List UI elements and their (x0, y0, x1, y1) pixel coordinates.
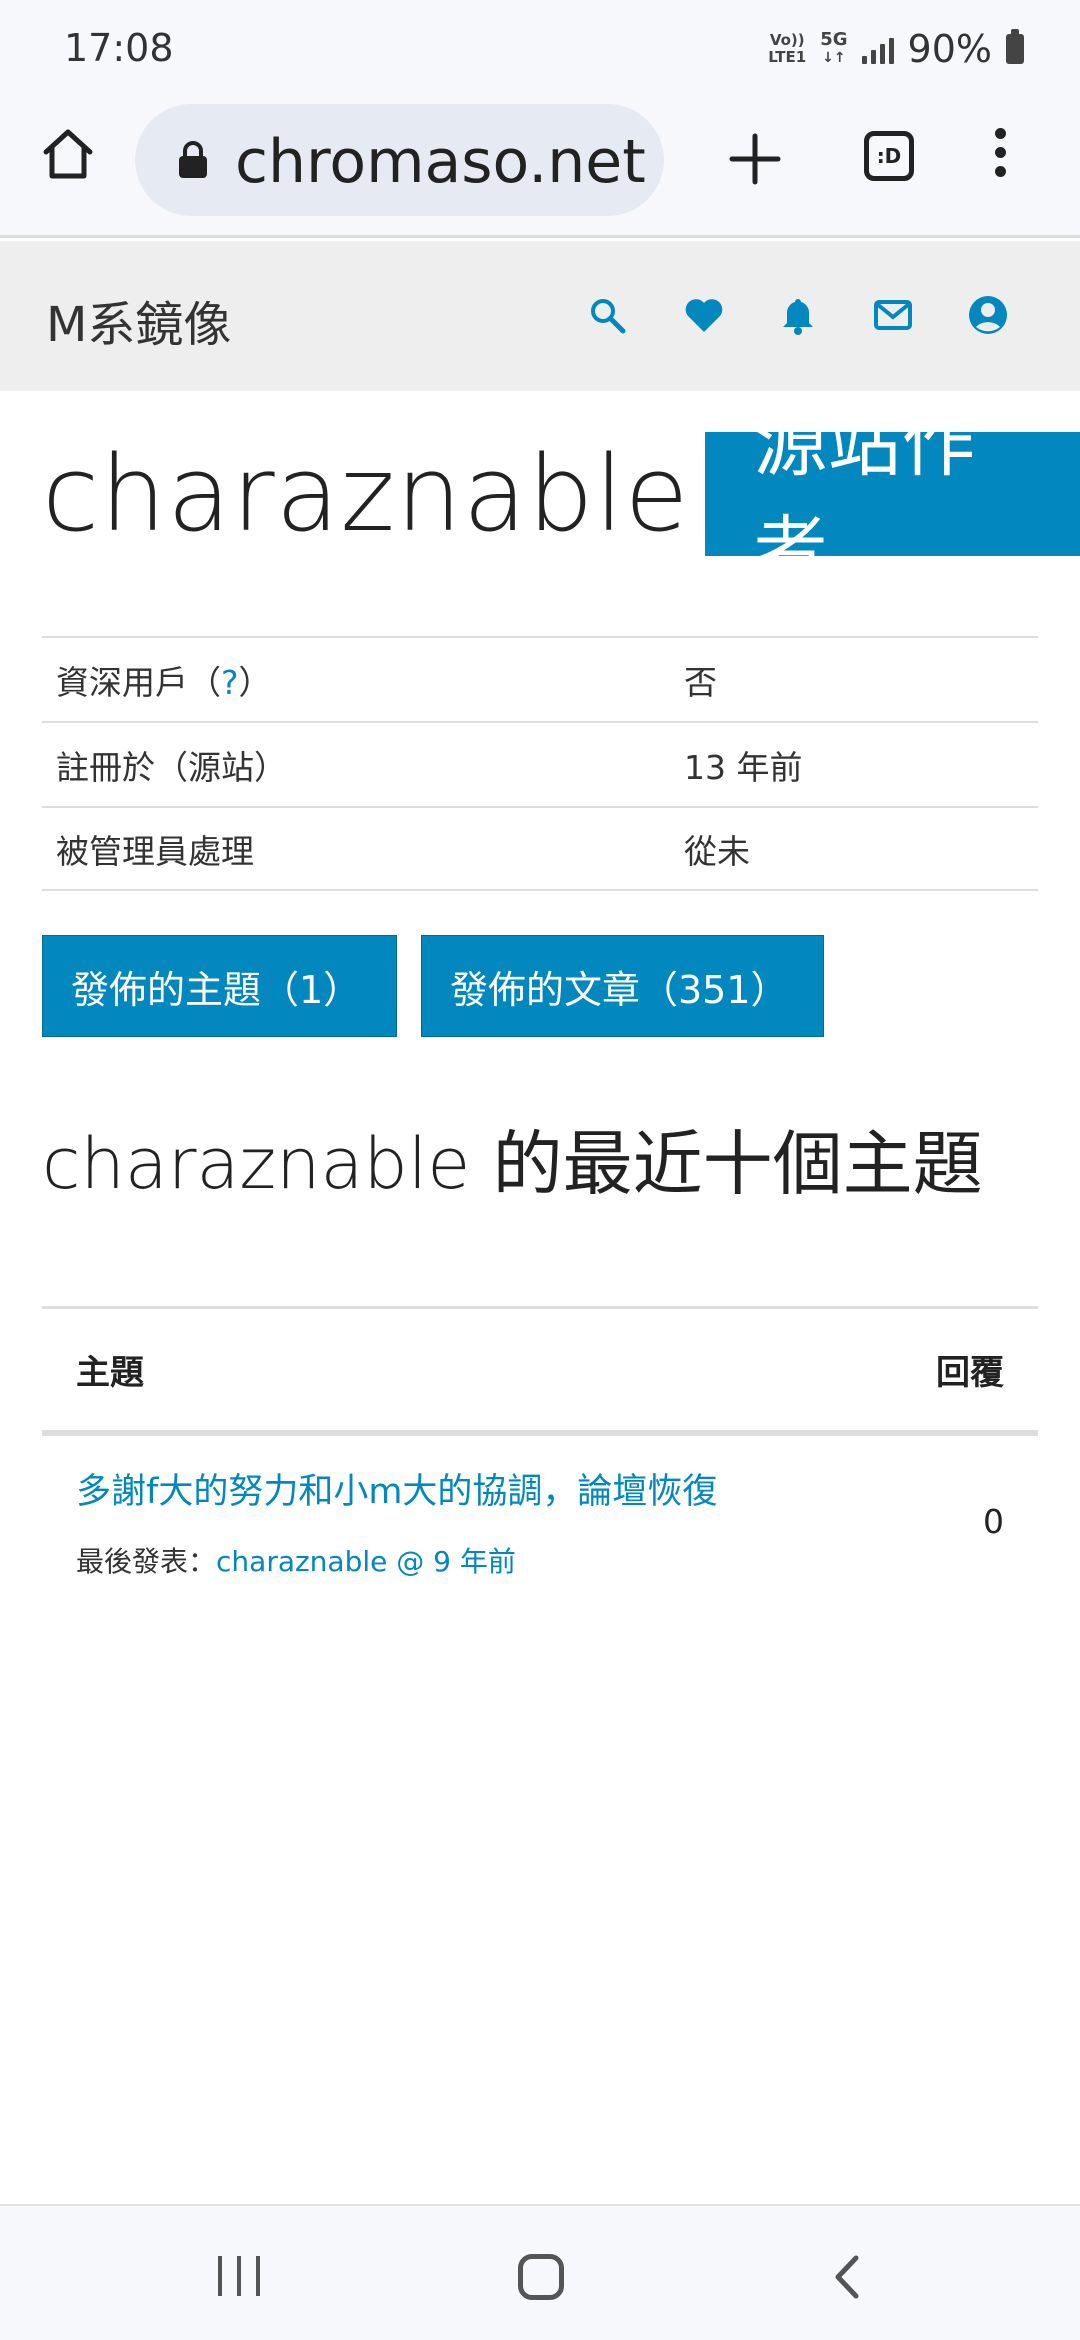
table-header: 主題 回覆 (42, 1306, 1038, 1436)
user-info-table: 資深用戶（?） 否 註冊於（源站） 13 年前 被管理員處理 從未 (42, 636, 1038, 891)
status-bar: 17:08 Vo)) LTE1 5G ↓↑ 90% (0, 0, 1080, 96)
posted-topics-button[interactable]: 發佈的主題（1） (42, 935, 397, 1037)
tabs-icon[interactable]: :D (864, 131, 914, 181)
battery-percent: 90% (907, 27, 992, 71)
home-icon[interactable] (38, 124, 98, 184)
info-row-registered: 註冊於（源站） 13 年前 (42, 721, 1038, 806)
column-replies: 回覆 (936, 1353, 1004, 1393)
browser-toolbar: chromaso.net :D (0, 96, 1080, 238)
mail-icon[interactable] (871, 293, 915, 337)
role-badge: 源站作者 (705, 401, 1080, 594)
topic-link[interactable]: 多謝f大的努力和小m大的協調，論壇恢復 (76, 1463, 717, 1514)
bell-icon[interactable] (776, 293, 820, 337)
posted-posts-button[interactable]: 發佈的文章（351） (421, 935, 824, 1037)
system-nav-bar (0, 2204, 1080, 2340)
lock-icon (179, 141, 207, 178)
status-time: 17:08 (64, 26, 174, 70)
profile-tab-buttons: 發佈的主題（1） 發佈的文章（351） (42, 935, 824, 1037)
account-icon[interactable] (966, 293, 1010, 337)
info-value: 從未 (684, 831, 750, 871)
info-label: 註冊於（源站） (56, 747, 287, 787)
recent-topics-heading: charaznable 的最近十個主題 (42, 1123, 983, 1205)
info-value: 13 年前 (684, 747, 803, 787)
info-label: 被管理員處理 (56, 831, 254, 871)
more-vert-icon[interactable] (990, 128, 1010, 188)
info-value: 否 (684, 662, 717, 702)
url-text[interactable]: chromaso.net (235, 128, 655, 198)
username-heading: charaznable (42, 433, 690, 555)
info-row-moderated: 被管理員處理 從未 (42, 806, 1038, 891)
last-post-link[interactable]: charaznable @ 9 年前 (216, 1545, 516, 1578)
address-bar[interactable]: chromaso.net (135, 104, 664, 216)
recent-topics-table: 主題 回覆 多謝f大的努力和小m大的協調，論壇恢復 最後發表：charaznab… (42, 1306, 1038, 1606)
back-icon[interactable] (828, 2252, 868, 2302)
volte-indicator: Vo)) LTE1 (768, 31, 807, 66)
site-logo[interactable]: M系鏡像 (46, 285, 231, 355)
battery-icon (1006, 29, 1024, 64)
info-row-senior: 資深用戶（?） 否 (42, 636, 1038, 721)
signal-icon (861, 34, 894, 64)
network-indicator: 5G ↓↑ (820, 29, 848, 67)
table-row: 多謝f大的努力和小m大的協調，論壇恢復 最後發表：charaznable @ 9… (42, 1436, 1038, 1606)
reply-count: 0 (983, 1501, 1004, 1541)
home-nav-icon[interactable] (518, 2254, 564, 2300)
help-link[interactable]: ? (221, 663, 239, 702)
plus-icon[interactable] (722, 126, 788, 192)
site-header: M系鏡像 (0, 241, 1080, 391)
profile-title: charaznable 源站作者 (42, 401, 1080, 594)
heart-icon[interactable] (682, 293, 726, 337)
column-topic: 主題 (76, 1353, 144, 1393)
topic-meta: 最後發表：charaznable @ 9 年前 (76, 1544, 516, 1578)
status-indicators: Vo)) LTE1 5G ↓↑ 90% (768, 24, 1024, 74)
search-icon[interactable] (585, 293, 629, 337)
recents-icon[interactable] (218, 2256, 260, 2296)
